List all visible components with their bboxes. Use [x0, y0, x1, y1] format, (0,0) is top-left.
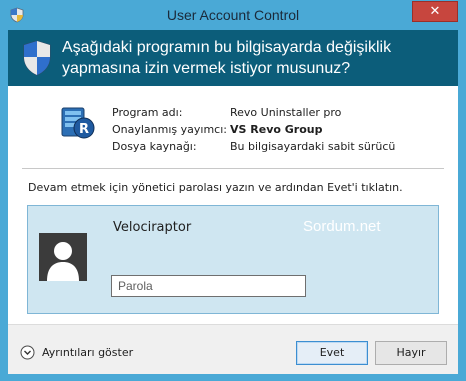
password-input[interactable] — [111, 275, 306, 297]
svg-text:R: R — [79, 122, 89, 137]
content-area: R Program adı: Revo Uninstaller pro Onay… — [8, 86, 458, 324]
program-name-value: Revo Uninstaller pro — [230, 106, 342, 119]
shield-icon — [23, 40, 51, 76]
prompt-line-2: yapmasına izin vermek istiyor musunuz? — [62, 60, 351, 77]
credential-tile[interactable]: Velociraptor Sordum.net — [27, 205, 439, 314]
user-silhouette — [39, 233, 87, 281]
watermark: Sordum.net — [303, 218, 381, 235]
prompt-banner: Aşağıdaki programın bu bilgisayarda deği… — [8, 30, 458, 86]
program-name-label: Program adı: — [112, 106, 183, 119]
title-bar[interactable]: User Account Control ✕ — [0, 0, 466, 30]
prompt-line-1: Aşağıdaki programın bu bilgisayarda deği… — [62, 39, 392, 56]
yes-button[interactable]: Evet — [296, 341, 368, 365]
publisher-label: Onaylanmış yayımcı: — [112, 123, 227, 136]
footer: Ayrıntıları göster Evet Hayır — [8, 324, 458, 374]
chevron-down-icon — [20, 345, 35, 360]
revo-uninstaller-icon: R — [61, 107, 95, 139]
file-origin-value: Bu bilgisayardaki sabit sürücü — [230, 140, 396, 153]
file-origin-label: Dosya kaynağı: — [112, 140, 197, 153]
uac-dialog: User Account Control ✕ Aşağıdaki program… — [0, 0, 466, 381]
prompt-question: Aşağıdaki programın bu bilgisayarda deği… — [62, 37, 391, 79]
user-avatar-icon — [39, 233, 87, 281]
show-details-label: Ayrıntıları göster — [42, 346, 134, 359]
no-button[interactable]: Hayır — [375, 341, 447, 365]
publisher-value: VS Revo Group — [230, 123, 323, 136]
window-title: User Account Control — [166, 7, 300, 23]
instruction-text: Devam etmek için yönetici parolası yazın… — [28, 181, 403, 194]
username: Velociraptor — [113, 220, 192, 235]
divider — [22, 168, 444, 169]
close-button[interactable]: ✕ — [412, 1, 458, 22]
